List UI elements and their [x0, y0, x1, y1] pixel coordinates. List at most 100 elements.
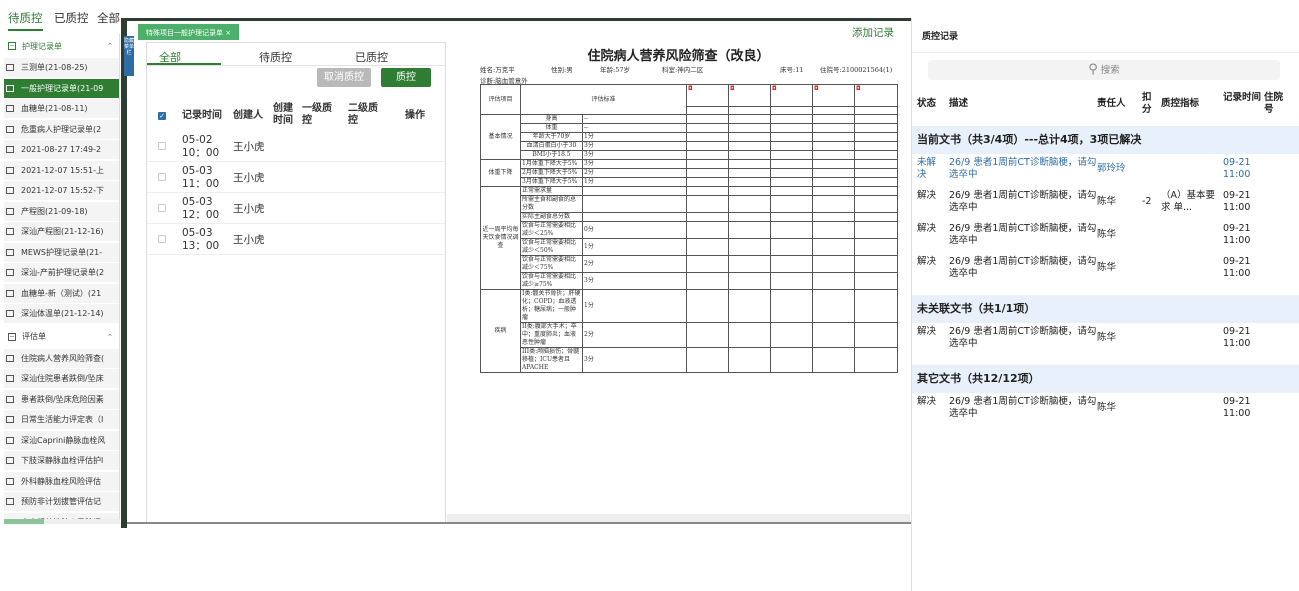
entry-cell[interactable] — [686, 347, 730, 373]
entry-cell[interactable] — [770, 123, 814, 133]
entry-cell[interactable] — [770, 322, 814, 348]
sidebar-item[interactable]: 日常生活能力评定表（I — [4, 410, 119, 429]
sidebar-item[interactable]: 外科静脉血栓风险评估 — [4, 471, 119, 491]
entry-cell[interactable] — [728, 159, 772, 169]
entry-cell[interactable] — [812, 114, 856, 124]
date-cell[interactable]: ◘ — [854, 84, 899, 107]
entry-cell[interactable] — [728, 347, 772, 373]
entry-cell[interactable] — [812, 195, 856, 213]
sidebar-item[interactable]: 深汕体温单(21-12-14) — [4, 304, 119, 323]
entry-cell[interactable] — [770, 132, 814, 142]
entry-cell[interactable] — [854, 347, 899, 373]
sidebar-item[interactable]: 深汕-产前护理记录单(2 — [4, 263, 119, 282]
entry-cell[interactable] — [728, 195, 772, 213]
entry-cell[interactable] — [854, 141, 899, 151]
entry-cell[interactable] — [770, 168, 814, 178]
group-header[interactable]: 其它文书（共12/12项） — [912, 365, 1299, 393]
entry-cell[interactable] — [686, 212, 730, 222]
entry-cell[interactable] — [686, 168, 730, 178]
qc-record-row[interactable]: 解决 26/9 患者1周前CT诊断脑梗，请勾选卒中 陈华 09-21 11:00 — [912, 326, 1299, 356]
entry-cell[interactable] — [854, 159, 899, 169]
date-cell[interactable]: ◘ — [770, 84, 814, 107]
entry-cell[interactable] — [812, 289, 856, 323]
hide-menu-tab[interactable]: 隐藏菜单栏 — [124, 36, 134, 76]
qc-record-row[interactable]: 解决 26/9 患者1周前CT诊断脑梗，请勾选卒中 陈华 09-21 11:00 — [912, 396, 1299, 426]
table-row[interactable]: 05-03 13：00 王小虎 — [147, 224, 445, 255]
add-record-link[interactable]: 添加记录 — [852, 25, 894, 40]
entry-cell[interactable] — [770, 177, 814, 187]
entry-cell[interactable] — [854, 289, 899, 323]
row-checkbox[interactable] — [158, 173, 166, 181]
entry-cell[interactable] — [854, 322, 899, 348]
entry-cell[interactable] — [686, 132, 730, 142]
sidebar-item[interactable]: 一般护理记录单(21-09 — [4, 78, 119, 98]
entry-cell[interactable] — [770, 347, 814, 373]
entry-cell[interactable] — [770, 238, 814, 256]
entry-cell[interactable] — [728, 177, 772, 187]
cancel-qc-button[interactable]: 取消质控 — [317, 68, 371, 87]
entry-cell[interactable] — [812, 322, 856, 348]
entry-cell[interactable] — [728, 150, 772, 160]
group-header[interactable]: 当前文书（共3/4项）---总计4项，3项已解决 — [912, 126, 1299, 154]
entry-cell[interactable] — [854, 168, 899, 178]
sidebar-item[interactable]: 患者跌倒/坠床危险因素 — [4, 389, 119, 409]
entry-cell[interactable] — [686, 322, 730, 348]
entry-cell[interactable] — [728, 221, 772, 239]
date-cell[interactable]: ◘ — [686, 84, 730, 107]
entry-cell[interactable] — [770, 255, 814, 273]
entry-cell[interactable] — [728, 123, 772, 133]
entry-cell[interactable] — [686, 141, 730, 151]
tab-pending-qc[interactable]: 待质控 — [8, 10, 43, 31]
entry-cell[interactable] — [728, 255, 772, 273]
entry-cell[interactable] — [812, 221, 856, 239]
sidebar-scrollbar[interactable] — [4, 519, 120, 524]
qc-button[interactable]: 质控 — [381, 68, 431, 87]
entry-cell[interactable] — [728, 141, 772, 151]
entry-cell[interactable] — [854, 255, 899, 273]
entry-cell[interactable] — [770, 186, 814, 196]
doc-scrollbar[interactable] — [447, 514, 910, 522]
entry-cell[interactable] — [686, 150, 730, 160]
search-input[interactable]: ⚲ 搜索 — [928, 60, 1280, 80]
entry-cell[interactable] — [854, 150, 899, 160]
row-checkbox[interactable] — [158, 235, 166, 243]
entry-cell[interactable] — [854, 123, 899, 133]
entry-cell[interactable] — [812, 150, 856, 160]
sidebar-item[interactable]: 2021-08-27 17:49-2 — [4, 140, 119, 159]
sidebar-item[interactable]: 深汕Caprini静脉血栓风 — [4, 430, 119, 450]
date-picker-icon[interactable]: ◘ — [772, 85, 777, 92]
tab-done-qc[interactable]: 已质控 — [54, 10, 89, 26]
entry-cell[interactable] — [770, 150, 814, 160]
entry-cell[interactable] — [854, 221, 899, 239]
entry-cell[interactable] — [854, 272, 899, 290]
sidebar-item[interactable]: 三测单(21-08-25) — [4, 58, 119, 77]
entry-cell[interactable] — [686, 238, 730, 256]
qc-record-row[interactable]: 解决 26/9 患者1周前CT诊断脑梗，请勾选卒中 陈华 09-21 11:00 — [912, 223, 1299, 253]
entry-cell[interactable] — [686, 255, 730, 273]
sidebar-item[interactable]: 住院病人营养风险筛查( — [4, 348, 119, 368]
sidebar-item[interactable]: 血糖单-新（测试）(21 — [4, 283, 119, 303]
sidebar-section[interactable]: − 护理记录单 ⌃ — [4, 34, 119, 58]
entry-cell[interactable] — [854, 114, 899, 124]
doc-tab[interactable]: 特殊项目一般护理记录单 × — [138, 24, 240, 40]
date-picker-icon[interactable]: ◘ — [730, 85, 735, 92]
entry-cell[interactable] — [728, 114, 772, 124]
sidebar-item[interactable]: 深汕产程图(21-12-16) — [4, 222, 119, 241]
entry-cell[interactable] — [728, 186, 772, 196]
qc-record-row[interactable]: 解决 26/9 患者1周前CT诊断脑梗，请勾选卒中 陈华 09-21 11:00 — [912, 256, 1299, 286]
sidebar-item[interactable]: 危重病人护理记录单(2 — [4, 119, 119, 139]
qc-record-row[interactable]: 解决 26/9 患者1周前CT诊断脑梗，请勾选卒中 陈华 -2 （A）基本要求 单...… — [912, 190, 1299, 220]
qc-tab-pending[interactable]: 待质控 — [259, 49, 292, 65]
table-row[interactable]: 05-03 12：00 王小虎 — [147, 193, 445, 224]
sidebar-item[interactable]: 深汕住院患者跌倒/坠床 — [4, 369, 119, 388]
qc-record-row[interactable]: 未解决 26/9 患者1周前CT诊断脑梗，请勾选卒中 郭玲玲 09-21 11:00 — [912, 157, 1299, 187]
entry-cell[interactable] — [770, 195, 814, 213]
sidebar-item[interactable]: MEWS护理记录单(21- — [4, 242, 119, 262]
entry-cell[interactable] — [728, 168, 772, 178]
table-row[interactable]: 05-02 10：00 王小虎 — [147, 131, 445, 162]
date-picker-icon[interactable]: ◘ — [814, 85, 819, 92]
entry-cell[interactable] — [728, 272, 772, 290]
sidebar-section[interactable]: − 评估单 ⌃ — [4, 325, 119, 349]
entry-cell[interactable] — [812, 347, 856, 373]
entry-cell[interactable] — [686, 114, 730, 124]
